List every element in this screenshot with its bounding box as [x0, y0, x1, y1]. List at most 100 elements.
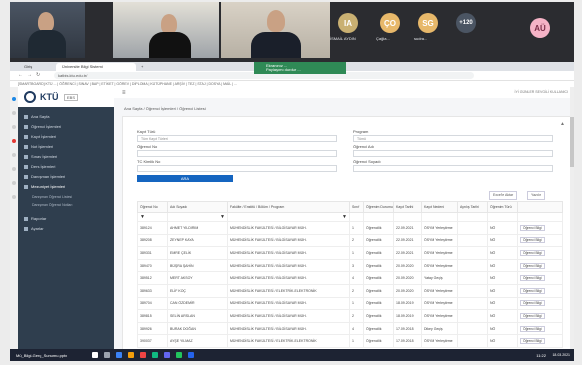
sidebar-item-student[interactable]: Öğrenci İşlemleri [24, 123, 108, 131]
student-surname-input[interactable] [353, 165, 553, 172]
sidebar-item-settings[interactable]: Ayarlar [24, 225, 108, 233]
filter-icon[interactable]: ▼ [220, 214, 225, 220]
student-info-button[interactable]: Öğrenci Bilgi [520, 338, 545, 345]
sidebar-item-advisor[interactable]: Danışman İşlemleri [24, 173, 108, 181]
table-row[interactable]: 389331 EMRE ÇELİK MÜHENDİSLİK FAKÜLTESİ / … [137, 246, 563, 260]
table-row[interactable]: 389704 CAN ÖZDEMİR MÜHENDİSLİK FAKÜLTESİ /… [137, 296, 563, 311]
clock-time[interactable]: 11:22 [536, 353, 546, 358]
sidebar-item-courses[interactable]: Ders İşlemleri [24, 163, 108, 171]
browser-tab[interactable]: Giriş [18, 63, 54, 71]
column-header[interactable]: Kayıt Nedeni [421, 201, 458, 213]
scrollbar-thumb[interactable] [570, 117, 574, 167]
sidebar-item-home[interactable]: Ana Sayfa [24, 113, 108, 121]
clock-date[interactable]: 18.03.2021 [552, 353, 570, 357]
search-button[interactable]: ARA [137, 175, 233, 182]
filter-icon[interactable]: ▼ [342, 214, 347, 220]
edge-icon[interactable] [116, 352, 122, 358]
toast-action[interactable]: Paylaşımı durdur ... [266, 68, 346, 72]
sidebar-item-grades[interactable]: Not İşlemleri [24, 143, 108, 151]
menu-toggle-icon[interactable]: ≡ [122, 90, 126, 96]
rail-icon[interactable] [12, 167, 16, 171]
student-info-button[interactable]: Öğrenci Bilgi [520, 300, 545, 307]
word-icon[interactable] [188, 352, 194, 358]
table-row[interactable]: 389124 AHMET YILDIRIM MÜHENDİSLİK FAKÜLTES… [137, 221, 563, 235]
table-row[interactable]: 389470 BÜŞRA ŞAHİN MÜHENDİSLİK FAKÜLTESİ /… [137, 258, 563, 273]
student-info-cell[interactable]: Öğrenci Bilgi [517, 221, 563, 235]
rail-icon[interactable] [12, 195, 16, 199]
filter-cell[interactable]: ▼ [227, 212, 350, 222]
more-participants-button[interactable]: +120 [456, 13, 476, 33]
submenu-item[interactable]: Danışman Öğrenci Listesi [32, 195, 72, 199]
table-row[interactable]: 389512 MERT AKSOY MÜHENDİSLİK FAKÜLTESİ / … [137, 271, 563, 285]
participant-avatar[interactable]: AÜ [530, 18, 550, 38]
student-no-input[interactable] [137, 150, 337, 157]
rail-icon[interactable] [12, 111, 16, 115]
back-icon[interactable]: ← [18, 72, 23, 78]
screen-share-toast[interactable]: Ekranınız ... Paylaşımı durdur ... [254, 62, 346, 74]
rail-icon[interactable] [12, 181, 16, 185]
sidebar-item-registration[interactable]: Kayıt İşlemleri [24, 133, 108, 141]
column-header[interactable]: Öğrenim Türü [487, 201, 518, 213]
video-tile[interactable] [113, 2, 219, 58]
scrollbar[interactable] [570, 87, 574, 353]
student-info-cell[interactable]: Öğrenci Bilgi [517, 271, 563, 285]
filter-icon[interactable]: ▼ [140, 214, 145, 220]
filter-cell[interactable]: ▼ [137, 212, 168, 222]
table-row[interactable]: 389815 SELİN ARSLAN MÜHENDİSLİK FAKÜLTESİ … [137, 309, 563, 323]
table-row[interactable]: 390037 AYŞE YILMAZ MÜHENDİSLİK FAKÜLTESİ /… [137, 334, 563, 348]
forward-icon[interactable]: → [27, 72, 32, 78]
column-header[interactable]: Öğrenci No [137, 201, 168, 213]
student-info-button[interactable]: Öğrenci Bilgi [520, 249, 545, 256]
logo[interactable]: KTÜ EBS [18, 87, 114, 107]
student-name-input[interactable] [353, 150, 553, 157]
student-info-cell[interactable]: Öğrenci Bilgi [517, 334, 563, 348]
column-header[interactable]: Kayıt Tarihi [393, 201, 422, 213]
student-info-cell[interactable]: Öğrenci Bilgi [517, 258, 563, 273]
rail-icon[interactable] [12, 97, 16, 101]
program-select[interactable]: Tümü [353, 135, 553, 142]
filter-cell[interactable]: ▼ [167, 212, 228, 222]
participant-avatar[interactable]: IA [338, 13, 358, 33]
student-info-button[interactable]: Öğrenci Bilgi [520, 224, 545, 231]
table-row[interactable]: 389208 ZEYNEP KAYA MÜHENDİSLİK FAKÜLTESİ /… [137, 233, 563, 248]
student-info-button[interactable]: Öğrenci Bilgi [520, 312, 545, 319]
search-icon[interactable] [104, 352, 110, 358]
new-tab-button[interactable]: + [138, 63, 148, 71]
table-row[interactable]: 389926 BURAK DOĞAN MÜHENDİSLİK FAKÜLTESİ /… [137, 321, 563, 336]
excel-icon[interactable] [152, 352, 158, 358]
column-header[interactable]: Adı Soyadı [167, 201, 228, 213]
column-header[interactable]: Öğrenim Durumu [363, 201, 394, 213]
powerpoint-icon[interactable] [140, 352, 146, 358]
taskbar-file-label[interactable]: Mü_Bilgi-Gerç_Sunumu.pptx [16, 353, 67, 358]
column-header[interactable]: Sınıf [349, 201, 364, 213]
rail-icon[interactable] [12, 153, 16, 157]
teams-icon[interactable] [164, 352, 170, 358]
start-icon[interactable] [92, 352, 98, 358]
registration-type-select[interactable]: Tüm Kayıt Türleri [137, 135, 337, 142]
column-header[interactable]: Ayrılış Tarihi [457, 201, 488, 213]
folder-icon[interactable] [128, 352, 134, 358]
student-info-button[interactable]: Öğrenci Bilgi [520, 262, 545, 269]
student-info-cell[interactable]: Öğrenci Bilgi [517, 296, 563, 311]
column-header[interactable]: Fakülte / Enstitü / Bölüm / Program [227, 201, 350, 213]
reload-icon[interactable]: ↻ [36, 72, 40, 78]
video-tile[interactable] [221, 2, 330, 58]
student-info-cell[interactable]: Öğrenci Bilgi [517, 321, 563, 336]
participant-avatar[interactable]: ÇO [380, 13, 400, 33]
submenu-item[interactable]: Danışman Öğrenci Notları [32, 203, 72, 207]
tc-no-input[interactable] [137, 165, 337, 172]
table-row[interactable]: 389633 ELİF KOÇ MÜHENDİSLİK FAKÜLTESİ / EL… [137, 283, 563, 298]
export-excel-button[interactable]: Excel'e Aktar [489, 191, 518, 200]
student-info-cell[interactable]: Öğrenci Bilgi [517, 283, 563, 298]
participant-avatar[interactable]: SG [418, 13, 438, 33]
student-info-cell[interactable]: Öğrenci Bilgi [517, 309, 563, 323]
rail-icon[interactable] [12, 139, 16, 143]
header-user-text[interactable]: İYİ GÜNLER SEVGİLİ KULLANICI [515, 90, 569, 94]
sidebar-item-reports[interactable]: Raporlar [24, 215, 108, 223]
browser-tab-active[interactable]: Üniversite Bilgi Sistemi [56, 63, 136, 71]
rail-icon[interactable] [12, 125, 16, 129]
student-info-cell[interactable]: Öğrenci Bilgi [517, 246, 563, 260]
student-info-button[interactable]: Öğrenci Bilgi [520, 325, 545, 332]
collapse-icon[interactable]: ▲ [560, 121, 565, 127]
sidebar-item-exams[interactable]: Sınav İşlemleri [24, 153, 108, 161]
